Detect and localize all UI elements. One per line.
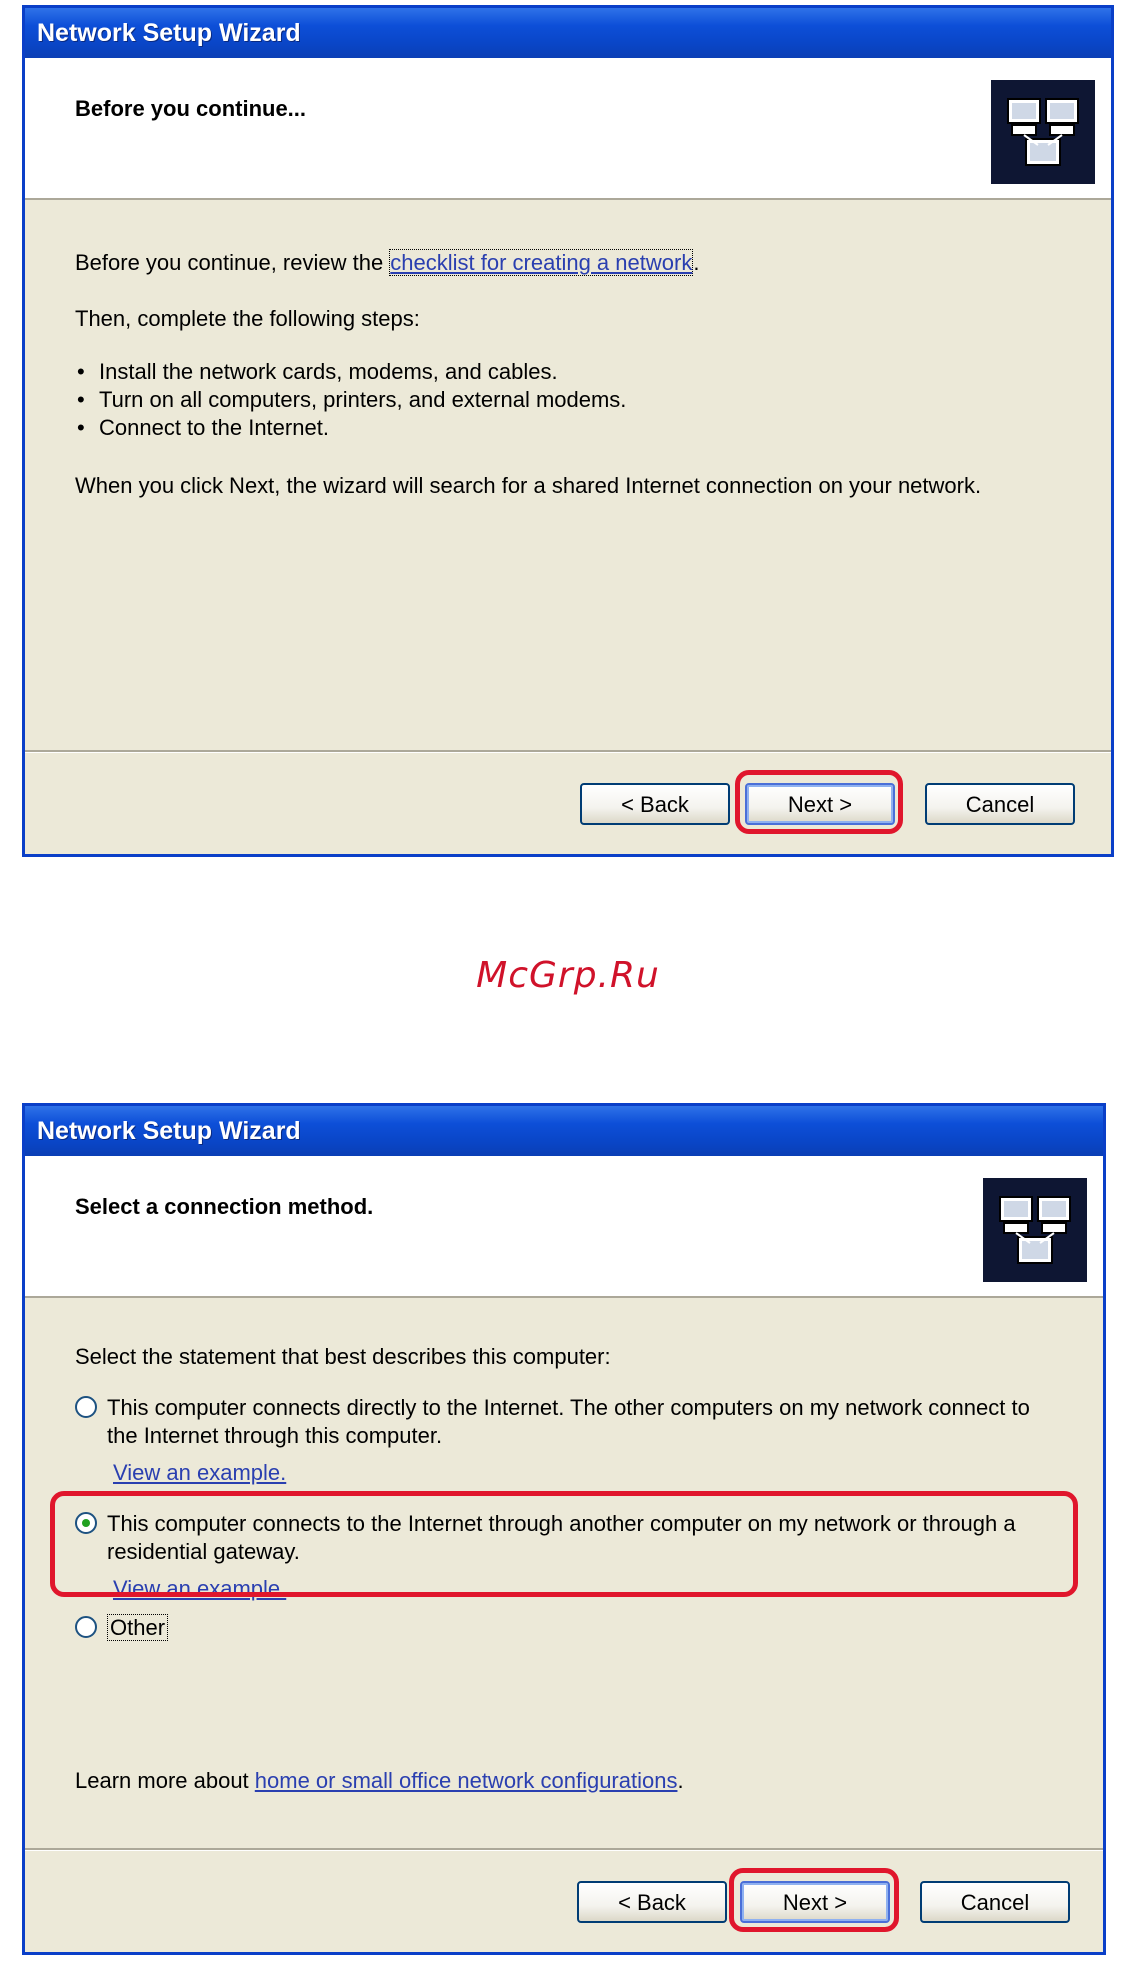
radio-direct[interactable] [75,1396,97,1418]
footer-divider [25,750,1111,752]
view-example-link[interactable]: View an example. [113,1576,286,1602]
option-direct-connection[interactable]: This computer connects directly to the I… [75,1394,1063,1494]
wizard-header: Select a connection method. [25,1156,1103,1298]
wizard-body: Select the statement that best describes… [75,1296,1063,1952]
wizard-header: Before you continue... [25,58,1111,200]
option-label: This computer connects to the Internet t… [107,1511,1016,1564]
radio-through-gateway[interactable] [75,1512,97,1534]
prompt-text: Select the statement that best describes… [75,1344,611,1369]
next-note: When you click Next, the wizard will sea… [75,473,982,498]
next-button[interactable]: Next > [740,1881,890,1923]
wizard-step-title: Select a connection method. [75,1194,374,1219]
radio-other[interactable] [75,1616,97,1638]
wizard-step-title: Before you continue... [75,96,307,121]
list-item: Connect to the Internet. [75,414,626,442]
list-item: Turn on all computers, printers, and ext… [75,386,626,414]
network-computers-icon [991,80,1095,184]
checklist-link[interactable]: checklist for creating a network [389,249,694,276]
wizard-body: Before you continue, review the checklis… [75,198,1081,854]
cancel-button[interactable]: Cancel [920,1881,1070,1923]
option-label: This computer connects directly to the I… [107,1395,1030,1448]
wizard-window-before-continue: Network Setup Wizard Before you continue… [22,5,1114,857]
network-computers-icon [983,1178,1087,1282]
wizard-window-connection-method: Network Setup Wizard Select a connection… [22,1103,1106,1955]
option-label: Other [107,1614,169,1641]
cancel-button[interactable]: Cancel [925,783,1075,825]
learn-more-text: Learn more about home or small office ne… [75,1768,684,1793]
window-title: Network Setup Wizard [25,8,1111,58]
steps-list: Install the network cards, modems, and c… [75,358,626,442]
steps-intro: Then, complete the following steps: [75,306,420,331]
option-other[interactable]: Other [75,1614,1063,1644]
window-title: Network Setup Wizard [25,1106,1103,1156]
option-through-another-computer[interactable]: This computer connects to the Internet t… [75,1510,1063,1610]
back-button[interactable]: < Back [580,783,730,825]
network-configurations-link[interactable]: home or small office network configurati… [255,1768,678,1793]
back-button[interactable]: < Back [577,1881,727,1923]
next-button[interactable]: Next > [745,783,895,825]
list-item: Install the network cards, modems, and c… [75,358,626,386]
watermark-text: McGrp.Ru [476,955,660,996]
view-example-link[interactable]: View an example. [113,1460,286,1486]
intro-text: Before you continue, review the checklis… [75,249,700,276]
footer-divider [25,1848,1103,1850]
